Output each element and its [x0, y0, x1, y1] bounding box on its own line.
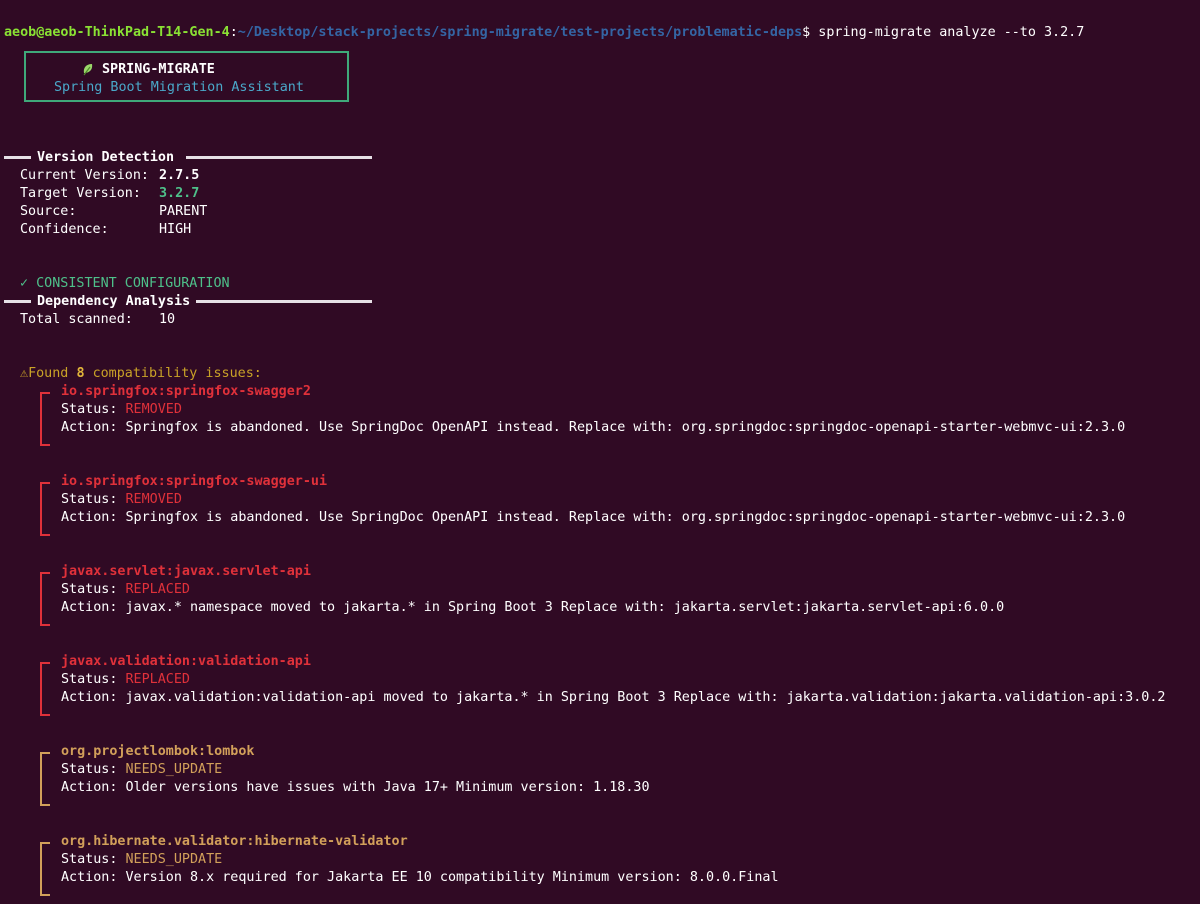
issue-action-label: Action:: [61, 870, 118, 885]
issue-status-line: Status: REPLACED: [61, 581, 190, 599]
issue-action-line: Action: javax.validation:validation-api …: [61, 689, 1165, 707]
issue-status-label: Status:: [61, 852, 118, 867]
issue-count: 8: [76, 366, 85, 381]
prompt-symbol: $: [802, 25, 811, 40]
issues-summary: ⚠Found 8 compatibility issues:: [20, 347, 262, 383]
issue-status-value: REPLACED: [125, 582, 191, 597]
issue-bracket: [40, 572, 50, 626]
banner-subtitle: Spring Boot Migration Assistant: [54, 80, 304, 95]
issue-bracket: [40, 482, 50, 536]
issue-status-label: Status:: [61, 492, 118, 507]
current-version-label: Current Version:: [20, 168, 149, 183]
issue-action-line: Action: javax.* namespace moved to jakar…: [61, 599, 1004, 617]
issue-bracket: [40, 842, 50, 896]
issue-dependency-name: javax.validation:validation-api: [61, 654, 311, 669]
issue-status-value: NEEDS_UPDATE: [125, 852, 223, 867]
source-value: PARENT: [159, 204, 208, 219]
issue-status-line: Status: NEEDS_UPDATE: [61, 851, 222, 869]
prompt-path: ~/Desktop/stack-projects/spring-migrate/…: [237, 25, 803, 40]
terminal-prompt: aeob@aeob-ThinkPad-T14-Gen-4:~/Desktop/s…: [4, 6, 1084, 42]
section-rule-left: [4, 156, 32, 159]
section-rule-right: [186, 156, 372, 159]
check-icon: ✓: [20, 276, 29, 291]
issue-status-label: Status:: [61, 402, 118, 417]
issue-action-label: Action:: [61, 780, 118, 795]
consistency-status: ✓ CONSISTENT CONFIGURATION: [20, 257, 230, 293]
issue-bracket: [40, 662, 50, 716]
issue-status-label: Status:: [61, 762, 118, 777]
issue-status-label: Status:: [61, 672, 118, 687]
issue-status-value: REMOVED: [125, 492, 182, 507]
issue-dependency-name: io.springfox:springfox-swagger2: [61, 384, 311, 399]
section-title-version-detection: Version Detection: [31, 149, 181, 167]
section-rule-right: [196, 300, 372, 303]
source-label: Source:: [20, 204, 77, 219]
total-scanned-value: 10: [159, 312, 176, 327]
issue-action-label: Action:: [61, 510, 118, 525]
target-version-value: 3.2.7: [159, 186, 200, 201]
issue-status-line: Status: REPLACED: [61, 671, 190, 689]
issue-status-label: Status:: [61, 582, 118, 597]
confidence-value: HIGH: [159, 222, 192, 237]
warning-icon: ⚠: [20, 366, 29, 381]
banner-title: SPRING-MIGRATE: [102, 62, 215, 77]
issue-dependency-name: org.hibernate.validator:hibernate-valida…: [61, 834, 408, 849]
prompt-command: spring-migrate analyze --to 3.2.7: [818, 25, 1085, 40]
prompt-separator: :: [229, 25, 238, 40]
prompt-user-host: aeob@aeob-ThinkPad-T14-Gen-4: [4, 25, 230, 40]
issue-action-text: Springfox is abandoned. Use SpringDoc Op…: [125, 510, 1126, 525]
issue-action-text: Older versions have issues with Java 17+…: [125, 780, 650, 795]
section-rule-left: [4, 300, 32, 303]
found-suffix: compatibility issues:: [92, 366, 262, 381]
current-version-value: 2.7.5: [159, 168, 200, 183]
issue-action-line: Action: Older versions have issues with …: [61, 779, 650, 797]
issue-status-value: REPLACED: [125, 672, 191, 687]
consistency-status-text: CONSISTENT CONFIGURATION: [36, 276, 230, 291]
section-title-dependency-analysis: Dependency Analysis: [31, 293, 197, 311]
issue-status-line: Status: REMOVED: [61, 401, 182, 419]
issue-status-line: Status: NEEDS_UPDATE: [61, 761, 222, 779]
target-version-label: Target Version:: [20, 186, 141, 201]
issue-dependency-name: javax.servlet:javax.servlet-api: [61, 564, 311, 579]
found-prefix: Found: [28, 366, 69, 381]
issue-dependency-name: org.projectlombok:lombok: [61, 744, 255, 759]
issue-bracket: [40, 392, 50, 446]
issue-dependency-name: io.springfox:springfox-swagger-ui: [61, 474, 328, 489]
confidence-label: Confidence:: [20, 222, 109, 237]
issue-action-line: Action: Springfox is abandoned. Use Spri…: [61, 509, 1125, 527]
total-scanned-label: Total scanned:: [20, 312, 133, 327]
issue-action-text: javax.* namespace moved to jakarta.* in …: [125, 600, 1005, 615]
issue-action-line: Action: Version 8.x required for Jakarta…: [61, 869, 779, 887]
banner-box: SPRING-MIGRATE Spring Boot Migration Ass…: [24, 51, 349, 102]
leaf-icon: [83, 64, 93, 76]
issue-action-text: Version 8.x required for Jakarta EE 10 c…: [125, 870, 779, 885]
issue-status-line: Status: REMOVED: [61, 491, 182, 509]
issue-action-label: Action:: [61, 600, 118, 615]
issue-status-value: REMOVED: [125, 402, 182, 417]
issue-status-value: NEEDS_UPDATE: [125, 762, 223, 777]
issue-bracket: [40, 752, 50, 806]
issue-action-text: javax.validation:validation-api moved to…: [125, 690, 1166, 705]
issue-action-line: Action: Springfox is abandoned. Use Spri…: [61, 419, 1125, 437]
issue-action-label: Action:: [61, 420, 118, 435]
issue-action-text: Springfox is abandoned. Use SpringDoc Op…: [125, 420, 1126, 435]
issue-action-label: Action:: [61, 690, 118, 705]
